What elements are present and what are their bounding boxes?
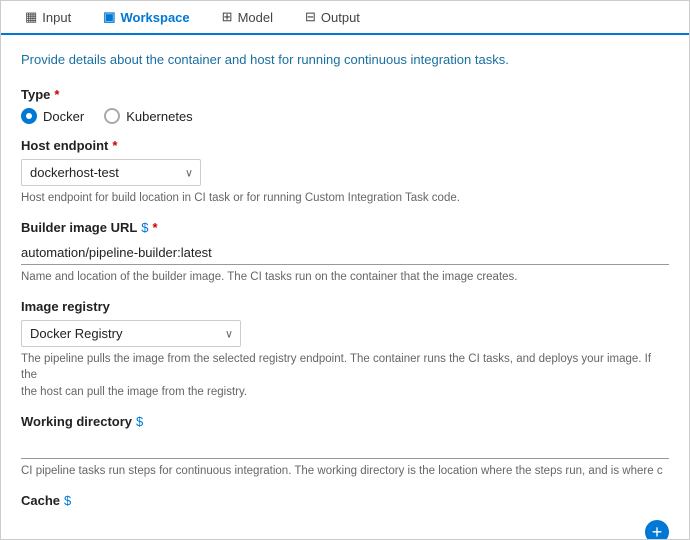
builder-image-url-field-group: Builder image URL $ * Name and location … [21,220,669,285]
host-endpoint-select[interactable]: dockerhost-test [21,159,201,186]
image-registry-helper: The pipeline pulls the image from the se… [21,351,669,399]
type-field-group: Type * Docker Kubernetes [21,87,669,124]
cache-add-button[interactable]: + [645,520,669,539]
cache-input[interactable] [21,520,633,539]
image-registry-label: Image registry [21,299,669,314]
image-registry-select-wrapper: Docker RegistryAmazon ECRAzure Container… [21,320,241,347]
tab-output[interactable]: ⊟ Output [289,1,376,35]
working-directory-label: Working directory $ [21,414,669,429]
model-icon: ⊞ [222,9,233,25]
builder-image-dollar: $ [141,220,148,235]
builder-image-url-label: Builder image URL $ * [21,220,669,235]
radio-kubernetes-label: Kubernetes [126,109,193,124]
radio-docker-label: Docker [43,109,84,124]
radio-docker-circle [21,108,37,124]
host-endpoint-helper: Host endpoint for build location in CI t… [21,190,669,206]
radio-kubernetes[interactable]: Kubernetes [104,108,193,124]
cache-input-wrap [21,520,633,539]
radio-kubernetes-circle [104,108,120,124]
host-endpoint-required: * [112,138,117,153]
tab-model[interactable]: ⊞ Model [206,1,289,35]
working-directory-helper: CI pipeline tasks run steps for continuo… [21,463,669,479]
tab-input[interactable]: ▦ Input [9,1,87,35]
host-endpoint-label: Host endpoint * [21,138,669,153]
working-directory-field-group: Working directory $ CI pipeline tasks ru… [21,414,669,479]
cache-field-group: Cache $ + [21,493,669,539]
workspace-icon: ▣ [103,9,115,25]
input-icon: ▦ [25,9,37,25]
main-window: ▦ Input ▣ Workspace ⊞ Model ⊟ Output Pro… [0,0,690,540]
type-label: Type * [21,87,669,102]
working-directory-input[interactable] [21,435,669,459]
radio-docker[interactable]: Docker [21,108,84,124]
type-radio-group: Docker Kubernetes [21,108,669,124]
image-registry-select[interactable]: Docker RegistryAmazon ECRAzure Container… [21,320,241,347]
builder-image-url-input[interactable] [21,241,669,265]
type-required: * [54,87,59,102]
cache-row: + [21,514,669,539]
cache-dollar: $ [64,493,71,508]
cache-label: Cache $ [21,493,669,508]
working-dir-dollar: $ [136,414,143,429]
host-endpoint-field-group: Host endpoint * dockerhost-test Host end… [21,138,669,206]
builder-image-helper: Name and location of the builder image. … [21,269,669,285]
builder-image-required: * [153,220,158,235]
page-description: Provide details about the container and … [21,51,669,69]
content-area: Provide details about the container and … [1,35,689,539]
tab-workspace[interactable]: ▣ Workspace [87,1,205,35]
output-icon: ⊟ [305,9,316,25]
tab-bar: ▦ Input ▣ Workspace ⊞ Model ⊟ Output [1,1,689,35]
image-registry-field-group: Image registry Docker RegistryAmazon ECR… [21,299,669,399]
host-endpoint-select-wrapper: dockerhost-test [21,159,201,186]
